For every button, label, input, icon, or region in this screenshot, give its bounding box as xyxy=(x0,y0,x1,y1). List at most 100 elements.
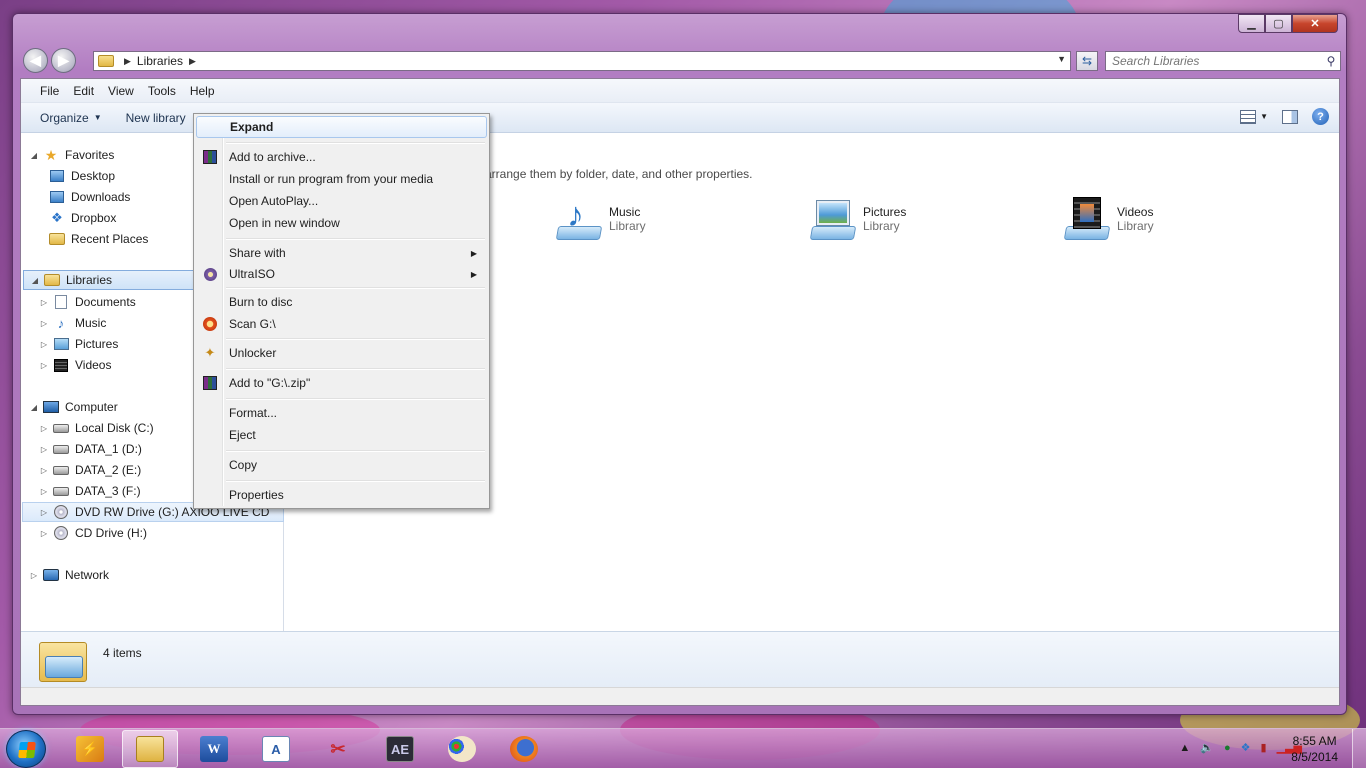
tree-item-documents[interactable]: ▷ Documents xyxy=(39,292,136,312)
library-videos[interactable]: Videos Library xyxy=(1063,195,1154,243)
tree-item-drive-f[interactable]: ▷ DATA_3 (F:) xyxy=(39,481,141,501)
menu-view[interactable]: View xyxy=(101,84,141,98)
maximize-button[interactable]: ▢ xyxy=(1265,14,1292,33)
tree-computer[interactable]: ◢ Computer xyxy=(29,397,118,417)
expand-arrow-icon[interactable]: ▷ xyxy=(39,529,49,538)
forward-button[interactable]: ▶ xyxy=(51,48,76,73)
expand-arrow-icon[interactable]: ▷ xyxy=(39,319,49,328)
menu-item-eject[interactable]: Eject xyxy=(196,424,487,446)
clock[interactable]: 8:55 AM 8/5/2014 xyxy=(1291,733,1338,765)
expand-arrow-icon[interactable]: ▷ xyxy=(39,466,49,475)
preview-pane-icon[interactable] xyxy=(1282,109,1298,124)
tree-favorites[interactable]: ◢ ★ Favorites xyxy=(29,145,114,165)
menu-item-ultraiso[interactable]: UltraISO ▶ xyxy=(196,263,487,285)
tree-item-drive-d[interactable]: ▷ DATA_1 (D:) xyxy=(39,439,142,459)
wordpad-icon: A xyxy=(262,736,290,762)
menu-item-copy[interactable]: Copy xyxy=(196,454,487,476)
collapse-arrow-icon[interactable]: ◢ xyxy=(29,151,39,160)
dropbox-tray-icon[interactable]: ❖ xyxy=(1241,741,1251,754)
videos-library-icon xyxy=(1063,195,1111,243)
taskbar-paint[interactable] xyxy=(434,730,490,768)
menu-item-format[interactable]: Format... xyxy=(196,402,487,424)
taskbar-wordpad[interactable]: A xyxy=(248,730,304,768)
safely-remove-icon[interactable]: ▮ xyxy=(1261,741,1267,754)
breadcrumb-arrow-icon[interactable]: ▶ xyxy=(124,56,131,67)
volume-icon[interactable]: 🔈 xyxy=(1200,741,1214,754)
help-icon[interactable]: ? xyxy=(1312,108,1329,125)
expand-arrow-icon[interactable]: ▷ xyxy=(29,571,39,580)
expand-arrow-icon[interactable]: ▷ xyxy=(39,424,49,433)
collapse-arrow-icon[interactable]: ◢ xyxy=(29,403,39,412)
expand-arrow-icon[interactable]: ▷ xyxy=(39,508,49,517)
chevron-down-icon[interactable]: ▼ xyxy=(1260,112,1268,121)
address-dropdown-icon[interactable]: ▼ xyxy=(1057,54,1066,64)
close-button[interactable]: ✕ xyxy=(1292,14,1338,33)
menu-edit[interactable]: Edit xyxy=(66,84,101,98)
library-music[interactable]: ♪ Music Library xyxy=(555,195,646,243)
search-icon[interactable]: ⚲ xyxy=(1322,54,1340,68)
menu-item-scan[interactable]: Scan G:\ xyxy=(196,313,487,335)
taskbar-firefox[interactable] xyxy=(496,730,552,768)
new-library-button[interactable]: New library xyxy=(119,111,193,125)
tree-item-drive-c[interactable]: ▷ Local Disk (C:) xyxy=(39,418,154,438)
menu-item-open-new-window[interactable]: Open in new window xyxy=(196,212,487,234)
network-status-icon[interactable]: ● xyxy=(1224,742,1231,754)
menu-item-install-run[interactable]: Install or run program from your media xyxy=(196,168,487,190)
menu-item-properties[interactable]: Properties xyxy=(196,484,487,506)
start-button[interactable] xyxy=(6,730,46,768)
tree-item-music[interactable]: ▷ ♪ Music xyxy=(39,313,106,333)
tree-item-dropbox[interactable]: ❖ Dropbox xyxy=(49,208,116,228)
breadcrumb-libraries[interactable]: Libraries xyxy=(137,54,183,68)
menu-item-unlocker[interactable]: ✦ Unlocker xyxy=(196,342,487,364)
collapse-arrow-icon[interactable]: ◢ xyxy=(30,276,40,285)
expand-arrow-icon[interactable]: ▷ xyxy=(39,361,49,370)
search-input[interactable] xyxy=(1112,54,1322,68)
tree-label: Libraries xyxy=(66,273,113,287)
taskbar-snipping[interactable]: ✂ xyxy=(310,730,366,768)
tree-item-videos[interactable]: ▷ Videos xyxy=(39,355,112,375)
taskbar-explorer[interactable] xyxy=(122,730,178,768)
tree-item-recent-places[interactable]: Recent Places xyxy=(49,229,148,249)
after-effects-icon: AE xyxy=(386,736,414,762)
menu-file[interactable]: File xyxy=(33,84,66,98)
show-hidden-icons-icon[interactable]: ▲ xyxy=(1179,742,1190,754)
dropbox-icon: ❖ xyxy=(51,210,63,225)
expand-arrow-icon[interactable]: ▷ xyxy=(39,445,49,454)
tree-item-desktop[interactable]: Desktop xyxy=(49,166,115,186)
breadcrumb-arrow-icon[interactable]: ▶ xyxy=(189,56,196,67)
tree-item-pictures[interactable]: ▷ Pictures xyxy=(39,334,118,354)
search-box[interactable]: ⚲ xyxy=(1105,51,1341,71)
tree-item-drive-e[interactable]: ▷ DATA_2 (E:) xyxy=(39,460,141,480)
refresh-button[interactable]: ⇆ xyxy=(1076,51,1098,71)
menu-item-expand[interactable]: Expand xyxy=(196,116,487,138)
tree-label: Videos xyxy=(75,358,112,372)
taskbar-after-effects[interactable]: AE xyxy=(372,730,428,768)
expand-arrow-icon[interactable]: ▷ xyxy=(39,298,49,307)
tree-libraries[interactable]: ◢ Libraries xyxy=(23,270,195,290)
tree-network[interactable]: ▷ Network xyxy=(29,565,109,585)
show-desktop-button[interactable] xyxy=(1352,729,1366,768)
taskbar-word[interactable]: W xyxy=(186,730,242,768)
menu-item-add-zip[interactable]: Add to "G:\.zip" xyxy=(196,372,487,394)
menu-item-open-autoplay[interactable]: Open AutoPlay... xyxy=(196,190,487,212)
taskbar-winamp[interactable]: ⚡ xyxy=(62,730,118,768)
tree-item-downloads[interactable]: Downloads xyxy=(49,187,130,207)
videos-icon xyxy=(53,357,69,373)
menu-item-burn[interactable]: Burn to disc xyxy=(196,291,487,313)
menu-item-share-with[interactable]: Share with ▶ xyxy=(196,242,487,264)
expand-arrow-icon[interactable]: ▷ xyxy=(39,340,49,349)
back-button[interactable]: ◀ xyxy=(23,48,48,73)
tree-item-drive-h[interactable]: ▷ CD Drive (H:) xyxy=(39,523,147,543)
minimize-button[interactable]: ▁ xyxy=(1238,14,1265,33)
dvd-drive-icon xyxy=(53,504,69,520)
change-view-icon[interactable] xyxy=(1240,109,1257,124)
expand-arrow-icon[interactable]: ▷ xyxy=(39,487,49,496)
library-pictures[interactable]: Pictures Library xyxy=(809,195,906,243)
organize-button[interactable]: Organize ▼ xyxy=(33,111,109,125)
menu-item-add-archive[interactable]: Add to archive... xyxy=(196,146,487,168)
menu-help[interactable]: Help xyxy=(183,84,222,98)
address-bar[interactable]: ▶ Libraries ▶ ▼ xyxy=(93,51,1071,71)
menu-tools[interactable]: Tools xyxy=(141,84,183,98)
submenu-arrow-icon: ▶ xyxy=(470,269,477,279)
windows-logo-icon xyxy=(18,742,36,758)
